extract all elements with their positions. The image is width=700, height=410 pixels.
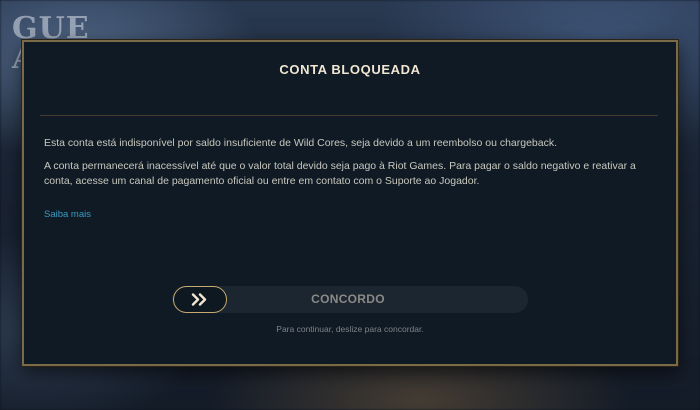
slider-handle[interactable] <box>173 286 227 313</box>
learn-more-link[interactable]: Saiba mais <box>44 209 91 220</box>
dialog-message-1: Esta conta está indisponível por saldo i… <box>44 137 558 149</box>
agree-slider[interactable]: CONCORDO <box>172 286 528 313</box>
slider-label: CONCORDO <box>311 292 385 306</box>
dialog-title: CONTA BLOQUEADA <box>279 62 421 77</box>
slider-hint: Para continuar, deslize para concordar. <box>276 324 424 334</box>
title-divider <box>40 115 658 116</box>
account-locked-dialog: CONTA BLOQUEADA Esta conta está indispon… <box>22 40 678 366</box>
dialog-message-2: A conta permanecerá inacessível até que … <box>44 160 636 187</box>
double-chevron-right-icon <box>191 293 207 306</box>
